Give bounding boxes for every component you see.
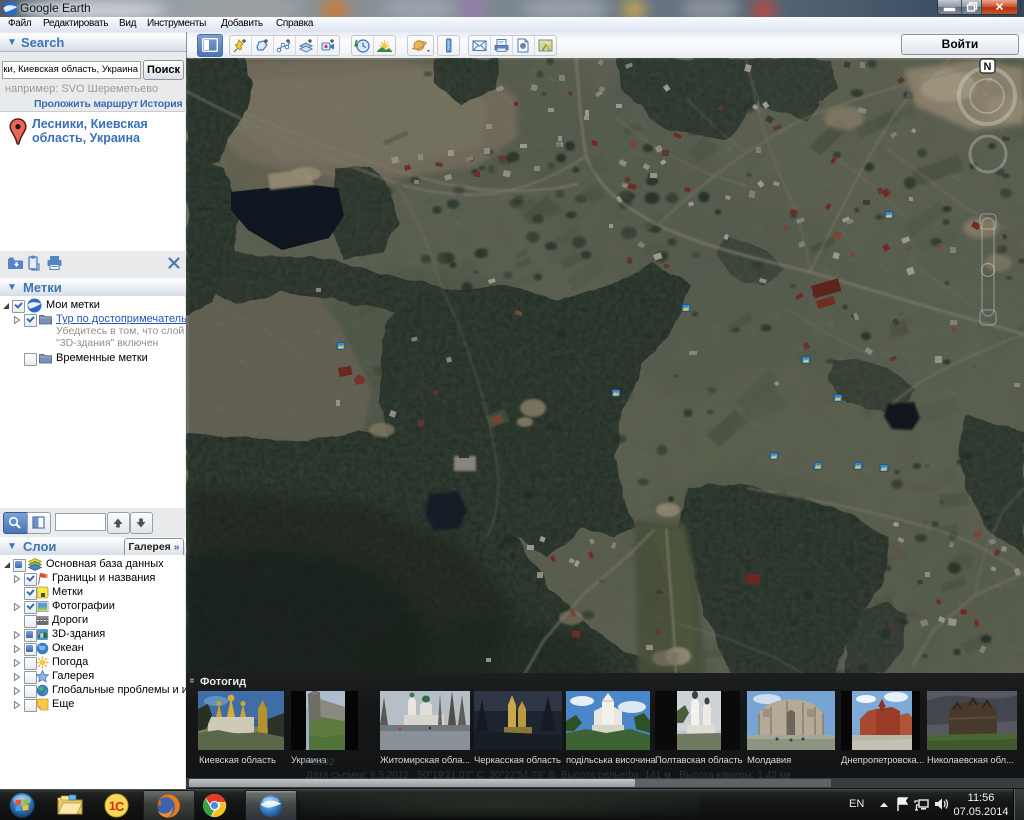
svg-text:C: C <box>115 799 125 814</box>
svg-text:N: N <box>984 61 992 73</box>
